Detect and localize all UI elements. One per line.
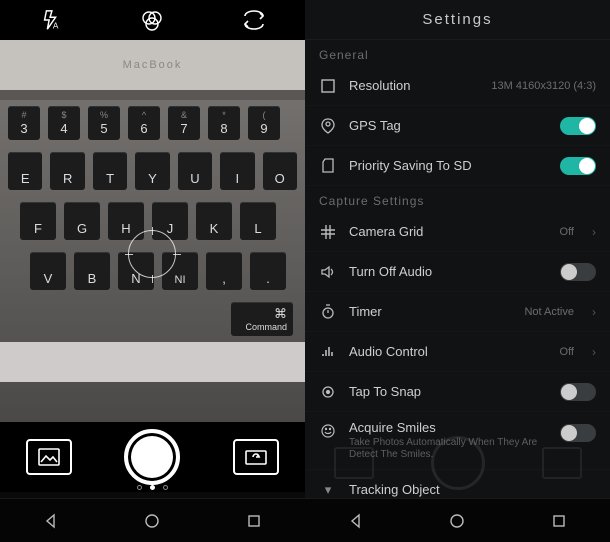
sd-label: Priority Saving To SD bbox=[349, 158, 548, 173]
flip-icon[interactable] bbox=[241, 7, 267, 33]
settings-pane: Settings General Resolution 13M 4160x312… bbox=[305, 0, 610, 542]
timer-icon bbox=[319, 303, 337, 321]
chevron-right-icon: › bbox=[592, 345, 596, 359]
resolution-label: Resolution bbox=[349, 78, 479, 93]
speaker-icon bbox=[319, 263, 337, 281]
section-general: General bbox=[305, 40, 610, 66]
tracking-label: Tracking Object bbox=[349, 482, 596, 497]
smiles-label: Acquire Smiles bbox=[349, 420, 548, 435]
mode-dots bbox=[0, 485, 305, 490]
flash-auto-icon[interactable]: A bbox=[38, 7, 64, 33]
audio-control-icon bbox=[319, 343, 337, 361]
row-resolution[interactable]: Resolution 13M 4160x3120 (4:3) bbox=[305, 66, 610, 106]
camera-pane: A MacBook #3$4%5^6&7*8(9 ERTYUIO FGHJKL … bbox=[0, 0, 305, 542]
row-audio-off[interactable]: Turn Off Audio bbox=[305, 252, 610, 292]
row-smiles[interactable]: Acquire Smiles Take Photos Automatically… bbox=[305, 412, 610, 470]
switch-camera-button[interactable] bbox=[233, 439, 279, 475]
audio-control-value: Off bbox=[560, 346, 574, 358]
gps-icon bbox=[319, 117, 337, 135]
nav-home[interactable] bbox=[142, 511, 162, 531]
nav-back[interactable] bbox=[41, 511, 61, 531]
grid-icon bbox=[319, 223, 337, 241]
gps-label: GPS Tag bbox=[349, 118, 548, 133]
camera-topbar: A bbox=[0, 0, 305, 40]
audio-off-toggle[interactable] bbox=[560, 263, 596, 281]
nav-bar-right bbox=[305, 498, 610, 542]
chevron-right-icon: › bbox=[592, 225, 596, 239]
timer-label: Timer bbox=[349, 304, 512, 319]
svg-text:A: A bbox=[53, 21, 59, 30]
shutter-button[interactable] bbox=[124, 429, 180, 485]
device-label: MacBook bbox=[0, 40, 305, 90]
row-gps[interactable]: GPS Tag bbox=[305, 106, 610, 146]
timer-value: Not Active bbox=[524, 306, 574, 318]
smile-icon bbox=[319, 422, 337, 440]
row-audio-control[interactable]: Audio Control Off › bbox=[305, 332, 610, 372]
smiles-toggle[interactable] bbox=[560, 424, 596, 442]
row-timer[interactable]: Timer Not Active › bbox=[305, 292, 610, 332]
nav-recent[interactable] bbox=[244, 511, 264, 531]
nav-recent[interactable] bbox=[549, 511, 569, 531]
section-capture: Capture Settings bbox=[305, 186, 610, 212]
gps-toggle[interactable] bbox=[560, 117, 596, 135]
nav-back[interactable] bbox=[346, 511, 366, 531]
nav-home[interactable] bbox=[447, 511, 467, 531]
camera-bottom-bar bbox=[0, 422, 305, 492]
row-tap-snap[interactable]: Tap To Snap bbox=[305, 372, 610, 412]
gallery-button[interactable] bbox=[26, 439, 72, 475]
grid-value: Off bbox=[560, 226, 574, 238]
tap-icon bbox=[319, 383, 337, 401]
settings-title: Settings bbox=[305, 0, 610, 40]
tracking-icon: ▾ bbox=[319, 481, 337, 499]
audio-control-label: Audio Control bbox=[349, 344, 548, 359]
tap-label: Tap To Snap bbox=[349, 384, 548, 399]
row-sd[interactable]: Priority Saving To SD bbox=[305, 146, 610, 186]
viewfinder[interactable]: MacBook #3$4%5^6&7*8(9 ERTYUIO FGHJKL VB… bbox=[0, 40, 305, 430]
row-grid[interactable]: Camera Grid Off › bbox=[305, 212, 610, 252]
focus-ring bbox=[128, 230, 176, 278]
nav-bar-left bbox=[0, 498, 305, 542]
resolution-value: 13M 4160x3120 (4:3) bbox=[491, 80, 596, 92]
audio-off-label: Turn Off Audio bbox=[349, 264, 548, 279]
grid-label: Camera Grid bbox=[349, 224, 548, 239]
tap-toggle[interactable] bbox=[560, 383, 596, 401]
filter-icon[interactable] bbox=[139, 7, 165, 33]
smiles-sub: Take Photos Automatically When They Are … bbox=[349, 437, 548, 461]
resolution-icon bbox=[319, 77, 337, 95]
chevron-right-icon: › bbox=[592, 305, 596, 319]
sd-toggle[interactable] bbox=[560, 157, 596, 175]
sd-icon bbox=[319, 157, 337, 175]
